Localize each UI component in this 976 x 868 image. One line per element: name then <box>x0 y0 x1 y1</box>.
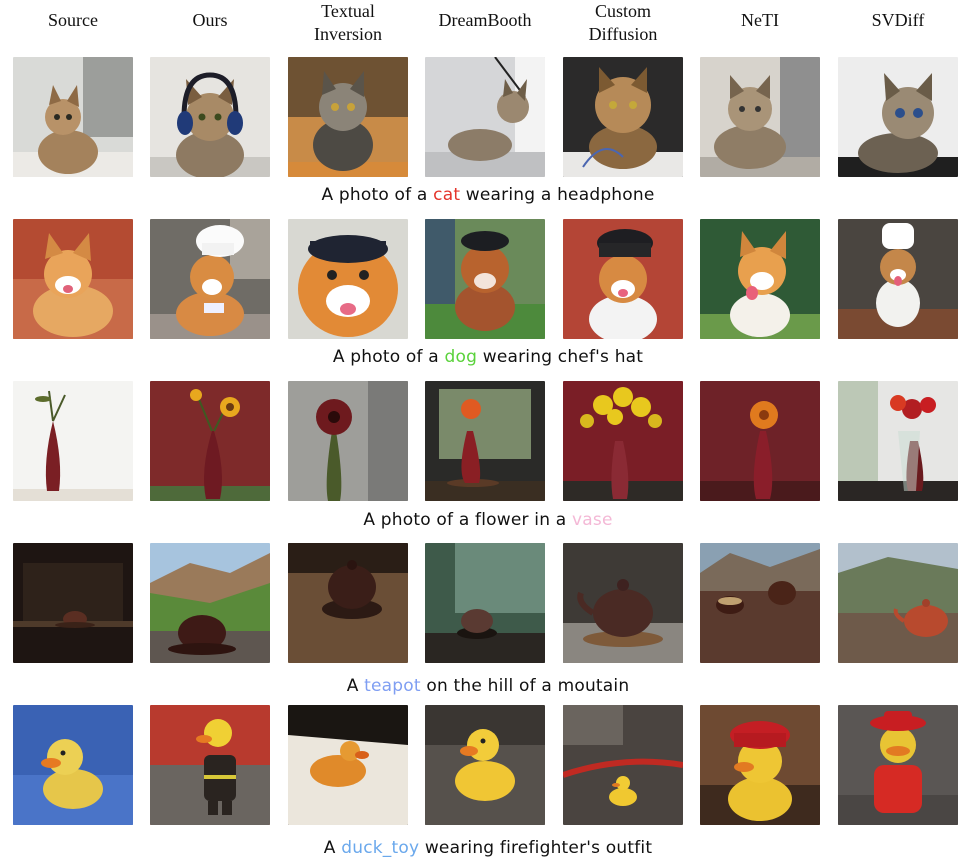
caption-text: A photo of a <box>321 185 434 205</box>
caption-row-vase: A photo of a flower in a vase <box>0 510 976 530</box>
image-teapot-custom-diffusion <box>563 543 683 663</box>
image-duck-custom-diffusion <box>563 705 683 825</box>
caption-row-cat: A photo of a cat wearing a headphone <box>0 185 976 205</box>
image-duck-firefighter-ours <box>150 705 270 825</box>
image-vase-dreambooth <box>425 381 545 501</box>
image-cat-source <box>13 57 133 177</box>
image-duck-dreambooth <box>425 705 545 825</box>
caption-text: wearing a headphone <box>460 185 655 205</box>
image-dog-dreambooth <box>425 219 545 339</box>
caption-text: wearing chef's hat <box>477 347 644 367</box>
image-dog-svdiff <box>838 219 958 339</box>
image-dog-neti <box>700 219 820 339</box>
caption-subject-teapot: teapot <box>364 676 421 696</box>
image-duck-svdiff <box>838 705 958 825</box>
image-teapot-hill-ours <box>150 543 270 663</box>
image-cat-headphone-ours <box>150 57 270 177</box>
image-teapot-neti <box>700 543 820 663</box>
image-teapot-source <box>13 543 133 663</box>
column-header-svdiff: SVDiff <box>871 10 925 30</box>
caption-subject-cat: cat <box>433 185 461 205</box>
image-dog-source <box>13 219 133 339</box>
image-duck-textual-inversion <box>288 705 408 825</box>
column-header-dreambooth: DreamBooth <box>438 10 532 30</box>
image-dog-chef-ours <box>150 219 270 339</box>
image-cat-neti <box>700 57 820 177</box>
image-cat-dreambooth <box>425 57 545 177</box>
image-teapot-dreambooth <box>425 543 545 663</box>
image-vase-custom-diffusion <box>563 381 683 501</box>
caption-text: wearing firefighter's outfit <box>419 838 653 858</box>
caption-text: on the hill of a moutain <box>420 676 630 696</box>
caption-text: A photo of a <box>332 347 445 367</box>
image-vase-flower-ours <box>150 381 270 501</box>
caption-subject-vase: vase <box>572 510 613 530</box>
image-cat-custom-diffusion <box>563 57 683 177</box>
image-dog-textual-inversion <box>288 219 408 339</box>
image-dog-custom-diffusion <box>563 219 683 339</box>
caption-row-teapot: A teapot on the hill of a moutain <box>0 676 976 696</box>
caption-text: A <box>323 838 342 858</box>
image-cat-textual-inversion <box>288 57 408 177</box>
image-teapot-textual-inversion <box>288 543 408 663</box>
caption-subject-duck-toy: duck_toy <box>341 838 420 858</box>
image-duck-neti <box>700 705 820 825</box>
caption-subject-dog: dog <box>444 347 478 367</box>
image-vase-svdiff <box>838 381 958 501</box>
image-cat-svdiff <box>838 57 958 177</box>
image-vase-neti <box>700 381 820 501</box>
column-header-custom-diffusion: Custom Diffusion <box>588 1 658 44</box>
caption-row-dog: A photo of a dog wearing chef's hat <box>0 347 976 367</box>
image-teapot-svdiff <box>838 543 958 663</box>
caption-text: A <box>346 676 365 696</box>
column-header-neti: NeTI <box>741 10 779 30</box>
image-duck-source <box>13 705 133 825</box>
image-vase-textual-inversion <box>288 381 408 501</box>
column-header-source: Source <box>48 10 98 30</box>
caption-text: A photo of a flower in a <box>363 510 573 530</box>
caption-row-duck: A duck_toy wearing firefighter's outfit <box>0 838 976 858</box>
column-header-textual-inversion: Textual Inversion <box>314 1 382 44</box>
image-vase-source <box>13 381 133 501</box>
column-header-ours: Ours <box>192 10 228 30</box>
